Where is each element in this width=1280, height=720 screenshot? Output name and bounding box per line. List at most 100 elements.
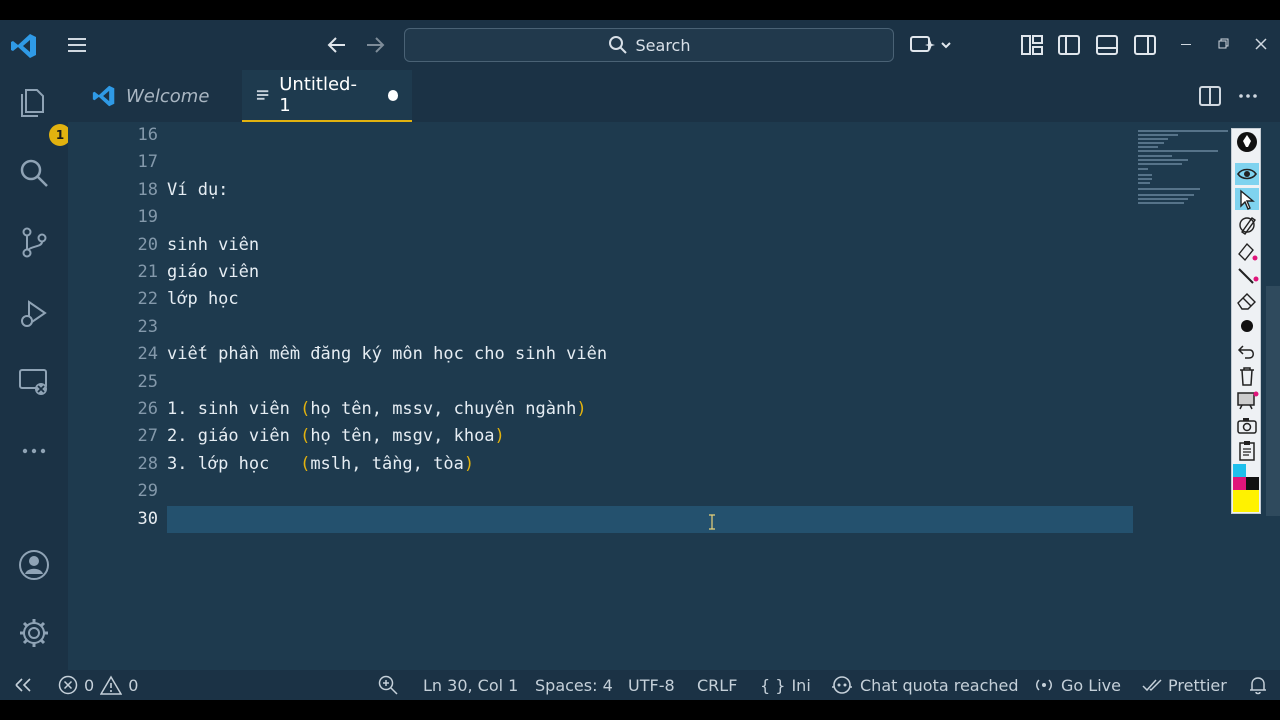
go-live-label: Go Live — [1061, 675, 1121, 695]
settings-gear-icon[interactable] — [17, 616, 51, 650]
accounts-icon[interactable] — [17, 548, 51, 582]
bracket-open: ( — [300, 454, 311, 474]
toggle-panel-icon[interactable] — [1095, 33, 1119, 57]
close-icon[interactable] — [1251, 34, 1271, 54]
source-control-icon[interactable] — [17, 225, 51, 259]
search-icon — [608, 36, 627, 54]
minimap-line — [1138, 188, 1200, 190]
eraser-icon[interactable] — [1235, 289, 1259, 311]
minimap-line — [1138, 150, 1218, 152]
line-number: 17 — [137, 152, 158, 172]
end-of-line[interactable]: CRLF — [697, 670, 737, 700]
warning-icon — [100, 675, 123, 695]
line-number: 18 — [137, 180, 158, 200]
clipboard-icon[interactable] — [1235, 439, 1259, 461]
problems-indicator[interactable]: 0 0 — [58, 670, 138, 700]
line-number: 24 — [137, 344, 158, 364]
prettier-status[interactable]: Prettier — [1142, 670, 1227, 700]
whiteboard-icon[interactable] — [1235, 389, 1259, 411]
code-line-24[interactable]: viết phần mềm đăng ký môn học cho sinh v… — [167, 344, 607, 364]
double-check-icon — [1142, 679, 1162, 692]
pen-nib-icon[interactable] — [1235, 131, 1259, 153]
plaintext-file-icon — [256, 90, 269, 100]
undo-icon[interactable] — [1235, 340, 1259, 362]
screen-annotation-toolbar — [1231, 128, 1261, 514]
back-arrow-icon[interactable] — [326, 34, 348, 56]
code-text: mslh, tầng, tòa — [310, 454, 464, 474]
copilot-status[interactable]: Chat quota reached — [830, 670, 1019, 700]
forward-arrow-icon[interactable] — [364, 34, 386, 56]
language-mode[interactable]: { } Ini — [760, 670, 811, 700]
pointer-arrow-icon[interactable] — [1235, 188, 1259, 210]
code-text: 1. sinh viên — [167, 399, 301, 419]
more-actions-icon[interactable] — [1236, 84, 1260, 108]
color-swatch-cyan[interactable] — [1233, 464, 1246, 477]
encoding[interactable]: UTF-8 — [628, 670, 675, 700]
copilot-button[interactable] — [910, 33, 956, 57]
restore-icon[interactable] — [1213, 34, 1233, 54]
remote-indicator[interactable] — [14, 670, 32, 700]
color-swatch-magenta[interactable] — [1233, 477, 1246, 490]
camera-icon[interactable] — [1235, 415, 1259, 437]
run-debug-icon[interactable] — [17, 296, 51, 330]
toggle-secondary-sidebar-icon[interactable] — [1133, 33, 1157, 57]
error-icon — [58, 675, 78, 695]
code-line-20[interactable]: sinh viên — [167, 235, 259, 255]
notifications-bell-icon[interactable] — [1248, 670, 1268, 700]
toggle-primary-sidebar-icon[interactable] — [1057, 33, 1081, 57]
minimap-line — [1138, 138, 1168, 140]
search-icon[interactable] — [17, 156, 51, 190]
code-line-22[interactable]: lớp học — [167, 289, 239, 309]
braces-icon: { } — [760, 675, 786, 695]
remote-explorer-icon[interactable] — [17, 365, 51, 399]
code-line-27[interactable]: 2. giáo viên (họ tên, msgv, khoa) — [167, 426, 505, 446]
code-line-28[interactable]: 3. lớp học (mslh, tầng, tòa) — [167, 454, 474, 474]
code-line-26[interactable]: 1. sinh viên (họ tên, mssv, chuyên ngành… — [167, 399, 587, 419]
minimap[interactable] — [1138, 128, 1233, 208]
vertical-scrollbar[interactable] — [1266, 286, 1280, 516]
customize-layout-icon[interactable] — [1020, 33, 1044, 57]
color-swatch-white[interactable] — [1246, 464, 1259, 477]
chat-quota-label: Chat quota reached — [860, 675, 1019, 695]
activity-bar: 1 — [0, 70, 71, 670]
minimap-line — [1138, 198, 1188, 200]
go-live-button[interactable]: Go Live — [1033, 670, 1121, 700]
cursor-position[interactable]: Ln 30, Col 1 — [423, 670, 518, 700]
more-views-icon[interactable] — [17, 434, 51, 468]
tab-untitled-1[interactable]: Untitled-1 — [242, 70, 412, 122]
explorer-icon[interactable]: 1 — [17, 86, 71, 146]
trash-icon[interactable] — [1235, 365, 1259, 387]
editor-area[interactable]: 16 17 18 19 20 21 22 23 24 25 26 27 28 2… — [68, 122, 1280, 670]
color-swatch-black[interactable] — [1246, 477, 1259, 490]
code-line-18[interactable]: Ví dụ: — [167, 180, 228, 200]
dot-brush-icon[interactable] — [1235, 315, 1259, 337]
letterbox-top — [0, 0, 1280, 20]
indentation[interactable]: Spaces: 4 — [535, 670, 613, 700]
tab-welcome-label: Welcome — [126, 85, 210, 107]
color-swatch-yellow[interactable] — [1233, 490, 1259, 512]
search-label: Search — [635, 35, 691, 55]
minimize-icon[interactable] — [1176, 34, 1196, 54]
command-center-search[interactable]: Search — [404, 28, 894, 62]
unsaved-dot-icon[interactable] — [387, 89, 398, 101]
line-number: 16 — [137, 125, 158, 145]
prettier-label: Prettier — [1168, 675, 1227, 695]
minimap-line — [1138, 163, 1182, 165]
current-line-highlight — [167, 506, 1133, 533]
code-text: 3. lớp học — [167, 454, 301, 474]
line-tool-icon[interactable] — [1235, 265, 1259, 287]
copilot-icon — [832, 676, 852, 694]
chevron-down-icon — [941, 42, 951, 49]
split-editor-icon[interactable] — [1198, 84, 1222, 108]
zoom-indicator[interactable] — [378, 670, 398, 700]
highlighter-icon[interactable] — [1235, 240, 1259, 262]
error-count: 0 — [84, 675, 95, 695]
eye-icon[interactable] — [1235, 163, 1259, 185]
code-text: 2. giáo viên — [167, 426, 301, 446]
hamburger-menu-icon[interactable] — [66, 34, 88, 56]
pen-off-icon[interactable] — [1235, 214, 1259, 236]
code-line-21[interactable]: giáo viên — [167, 262, 259, 282]
copilot-sparkle-icon — [910, 36, 935, 52]
tab-welcome[interactable]: Welcome — [78, 70, 250, 122]
remote-indicator-icon — [15, 678, 31, 692]
